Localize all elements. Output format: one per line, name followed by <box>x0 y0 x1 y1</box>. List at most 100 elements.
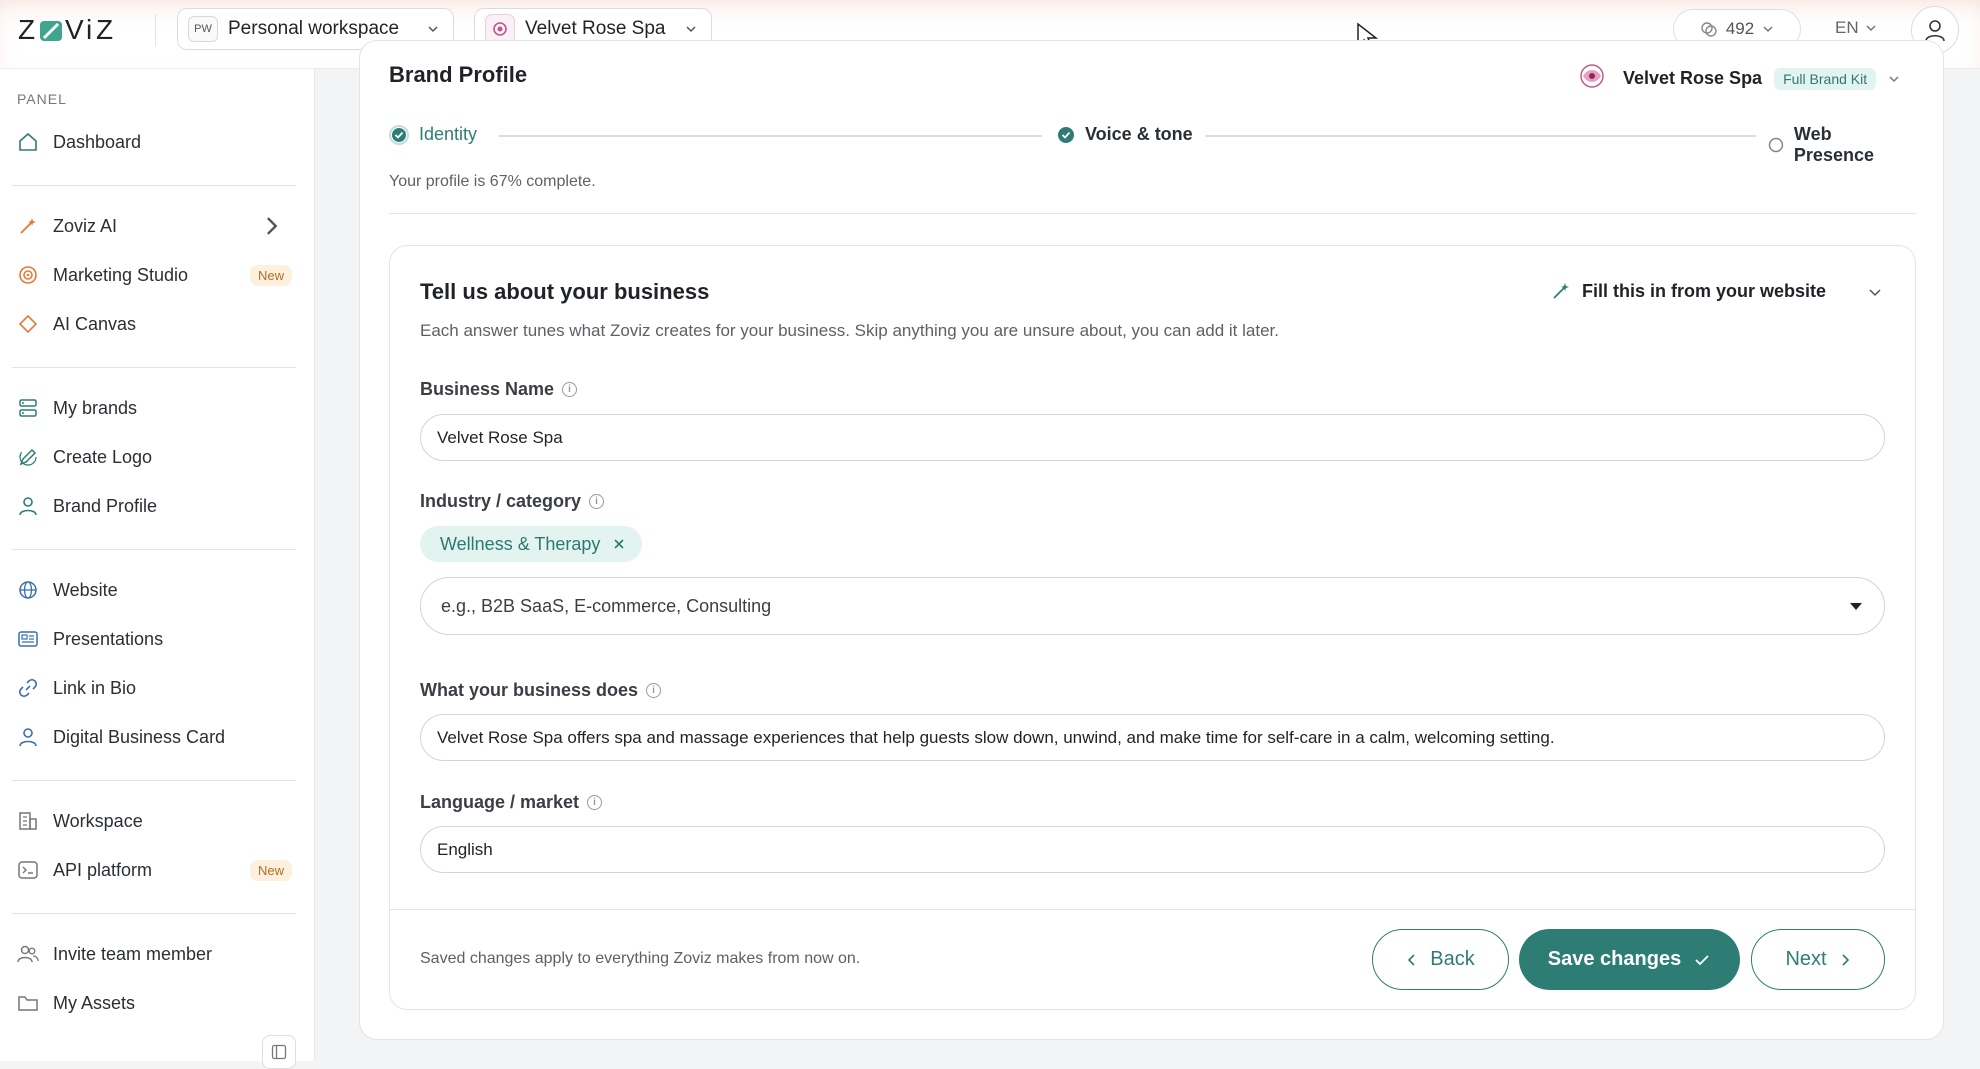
magic-wand-icon <box>20 218 36 234</box>
check-icon <box>1695 954 1709 965</box>
team-icon <box>17 945 39 963</box>
step-connector <box>499 135 1042 137</box>
chevron-down-icon <box>686 26 696 33</box>
step-connector <box>1205 135 1756 137</box>
step-web-presence[interactable]: Web Presence <box>1768 124 1916 166</box>
sidebar-item-ai-canvas[interactable]: AI Canvas <box>17 306 292 342</box>
business-does-input[interactable] <box>420 714 1885 761</box>
sidebar-item-label: Create Logo <box>53 446 153 467</box>
brand-kit-selector[interactable]: Velvet Rose Spa Full Brand Kit <box>1573 60 1900 97</box>
folder-icon <box>18 996 38 1011</box>
back-button[interactable]: Back <box>1372 929 1509 990</box>
home-icon <box>19 132 37 151</box>
info-icon[interactable]: i <box>562 382 578 397</box>
step-voice-tone[interactable]: Voice & tone <box>1057 124 1193 145</box>
sidebar-item-create-logo[interactable]: Create Logo <box>17 439 292 475</box>
sidebar-item-my-brands[interactable]: My brands <box>17 390 292 426</box>
industry-label: Industry / category i <box>420 491 605 512</box>
step-label: Voice & tone <box>1085 124 1193 144</box>
sidebar-item-label: AI Canvas <box>53 313 137 334</box>
user-icon <box>19 497 37 516</box>
sidebar-item-label: Dashboard <box>53 131 142 152</box>
credits-icon <box>1701 22 1717 37</box>
sidebar-item-brand-profile[interactable]: Brand Profile <box>17 488 292 524</box>
svg-text:Z: Z <box>96 14 113 45</box>
chevron-down-icon <box>428 26 438 33</box>
close-icon[interactable] <box>612 537 626 551</box>
profile-progress-text: Your profile is 67% complete. <box>389 173 596 190</box>
section-divider <box>389 213 1916 214</box>
credits-count: 492 <box>1725 19 1755 38</box>
page-title: Brand Profile <box>389 62 528 87</box>
zoviz-logo-mark: Z V i Z <box>18 14 113 45</box>
sidebar-divider <box>12 185 296 186</box>
topbar-divider <box>155 14 156 46</box>
business-does-label: What your business does i <box>420 680 662 701</box>
sidebar-item-label: Brand Profile <box>53 495 158 516</box>
sidebar-divider <box>12 367 296 368</box>
fill-from-website-button[interactable]: Fill this in from your website <box>1550 280 1826 302</box>
pen-icon <box>19 448 37 466</box>
brand-kit-badge: Full Brand Kit <box>1774 67 1877 90</box>
business-name-label: Business Name i <box>420 379 578 400</box>
sidebar-item-label: Digital Business Card <box>53 726 226 747</box>
sidebar-item-label: Workspace <box>53 810 143 831</box>
zoviz-logo[interactable]: Z V i Z <box>18 14 138 46</box>
chevron-left-icon <box>1408 953 1415 966</box>
workspace-badge: PW <box>188 16 218 42</box>
magic-wand-icon <box>1553 283 1569 299</box>
sidebar-item-dashboard[interactable]: Dashboard <box>17 124 292 160</box>
field-label-text: Language / market <box>420 792 580 812</box>
save-changes-button[interactable]: Save changes <box>1519 929 1740 990</box>
step-label: Web Presence <box>1793 124 1874 165</box>
sidebar-item-website[interactable]: Website <box>17 572 292 608</box>
chevron-down-icon[interactable] <box>1867 284 1883 300</box>
sidebar-item-digital-business-card[interactable]: Digital Business Card <box>17 719 292 755</box>
sidebar-divider <box>12 913 296 914</box>
info-icon[interactable]: i <box>589 494 605 509</box>
industry-select[interactable]: e.g., B2B SaaS, E-commerce, Consulting <box>420 577 1885 635</box>
industry-chip-label: Wellness & Therapy <box>440 533 601 554</box>
diamond-icon <box>18 314 38 334</box>
step-identity[interactable]: Identity <box>389 124 477 145</box>
sidebar-item-my-assets[interactable]: My Assets <box>17 985 292 1021</box>
brands-icon <box>19 399 37 417</box>
sidebar-panel-label: PANEL <box>17 91 67 107</box>
sidebar-item-invite-team-member[interactable]: Invite team member <box>17 936 292 972</box>
sidebar-collapse-icon <box>271 1044 287 1060</box>
sidebar-item-label: Invite team member <box>53 943 213 964</box>
footer-note: Saved changes apply to everything Zoviz … <box>420 950 861 967</box>
new-badge: New <box>249 859 292 881</box>
next-button[interactable]: Next <box>1751 929 1885 990</box>
field-label-text: Business Name <box>420 379 555 399</box>
sidebar-item-zoviz-ai[interactable]: Zoviz AI <box>17 208 292 244</box>
globe-icon <box>19 581 37 599</box>
collapse-sidebar-button[interactable] <box>262 1035 296 1069</box>
svg-text:Z: Z <box>18 14 36 45</box>
sidebar-item-api-platform[interactable]: API platform New <box>17 852 292 888</box>
sidebar-item-label: API platform <box>53 859 153 880</box>
language-selector[interactable]: EN <box>1835 18 1877 38</box>
business-name-input[interactable] <box>420 414 1885 461</box>
sidebar-item-presentations[interactable]: Presentations <box>17 621 292 657</box>
link-icon <box>18 678 38 698</box>
sidebar-item-link-in-bio[interactable]: Link in Bio <box>17 670 292 706</box>
language-market-input[interactable] <box>420 826 1885 873</box>
sidebar-item-marketing-studio[interactable]: Marketing Studio New <box>17 257 292 293</box>
presentation-icon <box>18 631 38 647</box>
sidebar-item-workspace[interactable]: Workspace <box>17 803 292 839</box>
sidebar-divider <box>12 780 296 781</box>
sidebar-item-label: My Assets <box>53 992 136 1013</box>
field-label-text: What your business does <box>420 680 639 700</box>
language-code: EN <box>1835 18 1859 37</box>
empty-circle-icon <box>1768 137 1784 153</box>
industry-select-placeholder: e.g., B2B SaaS, E-commerce, Consulting <box>441 595 772 616</box>
info-icon[interactable]: i <box>646 683 662 698</box>
sidebar-divider <box>12 549 296 550</box>
form-subtitle: Each answer tunes what Zoviz creates for… <box>420 321 1279 340</box>
next-button-label: Next <box>1785 948 1827 970</box>
profile-stepper: Identity Voice & tone Web Presence <box>389 124 1916 165</box>
workspace-name: Personal workspace <box>228 18 400 39</box>
back-button-label: Back <box>1430 948 1475 970</box>
info-icon[interactable]: i <box>587 795 603 810</box>
